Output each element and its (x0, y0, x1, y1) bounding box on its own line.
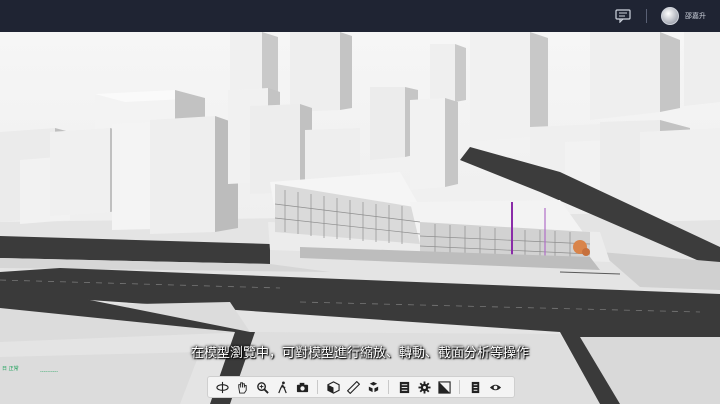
zoom-icon[interactable] (253, 378, 271, 396)
properties-icon[interactable] (435, 378, 453, 396)
walk-icon[interactable] (273, 378, 291, 396)
orbit-icon[interactable] (213, 378, 231, 396)
model-tree-icon[interactable] (395, 378, 413, 396)
user-name[interactable]: 邵嘉升 (685, 11, 706, 21)
pan-hand-icon[interactable] (233, 378, 251, 396)
status-label-secondary: ---------- (40, 369, 59, 375)
camera-icon[interactable] (293, 378, 311, 396)
measure-icon[interactable] (344, 378, 362, 396)
avatar[interactable] (661, 7, 679, 25)
section-box-icon[interactable] (324, 378, 342, 396)
viewer-toolbar (207, 376, 515, 398)
top-bar: 邵嘉升 (0, 0, 720, 32)
toolbar-divider (459, 380, 460, 394)
visibility-icon[interactable] (486, 378, 504, 396)
settings-icon[interactable] (415, 378, 433, 396)
explode-icon[interactable] (364, 378, 382, 396)
toolbar-divider (388, 380, 389, 394)
document-icon[interactable] (466, 378, 484, 396)
header-divider (646, 9, 647, 23)
chat-icon[interactable] (614, 7, 632, 25)
toolbar-divider (317, 380, 318, 394)
status-label: 日 正常 (2, 366, 19, 372)
video-subtitle: 在模型瀏覽中，可對模型進行縮放、轉動、截面分析等操作 (190, 346, 529, 361)
